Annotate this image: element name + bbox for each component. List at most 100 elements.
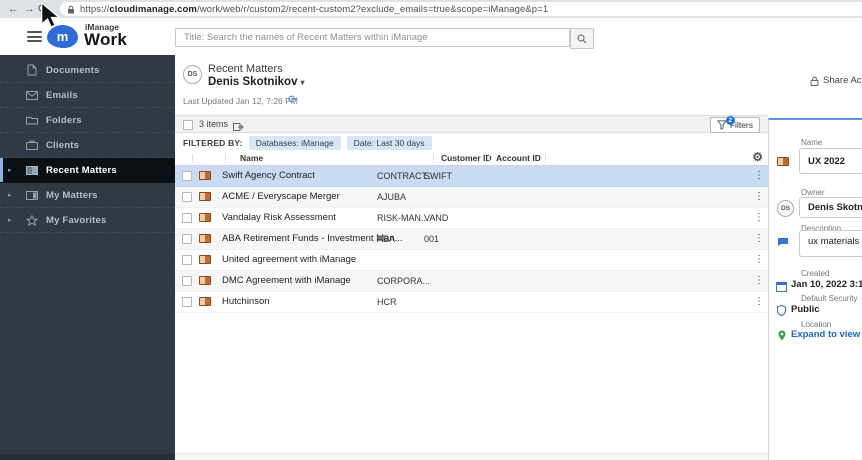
row-menu-kebab-icon[interactable]: ⋮	[754, 187, 764, 207]
table-row[interactable]: ACME / Everyscape Merger AJUBA ⋮	[175, 187, 768, 208]
column-divider	[545, 154, 546, 163]
row-checkbox[interactable]	[182, 297, 192, 307]
row-menu-kebab-icon[interactable]: ⋮	[754, 229, 764, 249]
owner-dropdown[interactable]: Denis Skotnikov ▾	[208, 76, 304, 88]
comment-icon	[777, 234, 789, 252]
refresh-icon[interactable]: ⟳	[288, 93, 297, 106]
browser-forward-icon[interactable]: →	[24, 1, 35, 17]
owner-field[interactable]: Denis Skotnikov	[799, 197, 862, 218]
star-icon	[25, 214, 38, 226]
hamburger-menu-icon[interactable]	[27, 31, 42, 42]
name-field-label: Name	[801, 138, 823, 147]
customer-id-cell: RISK-MAN...	[377, 213, 429, 223]
created-value: Jan 10, 2022 3:16 PM	[791, 279, 862, 290]
row-checkbox[interactable]	[182, 213, 192, 223]
sidebar-item-documents[interactable]: Documents	[0, 58, 175, 83]
avatar: DS	[777, 200, 794, 217]
owner-field-label: Owner	[801, 188, 825, 197]
expand-caret-icon[interactable]: ▸	[8, 191, 12, 199]
document-icon	[25, 64, 38, 76]
table-row[interactable]: ABA Retirement Funds - Investment Man...…	[175, 229, 768, 250]
matter-icon	[199, 276, 211, 285]
bottom-scrollbar-track[interactable]	[175, 453, 768, 460]
customer-id-cell: AJUBA	[377, 192, 407, 202]
customer-id-cell: HCR	[377, 297, 397, 307]
filters-button[interactable]: 2 Filters	[709, 116, 760, 133]
column-divider	[433, 154, 434, 163]
matter-name[interactable]: Hutchinson	[222, 292, 270, 312]
filters-count-badge: 2	[725, 116, 735, 125]
sidebar-item-label: Emails	[46, 89, 78, 101]
sidebar-item-emails[interactable]: Emails	[0, 83, 175, 108]
row-checkbox[interactable]	[182, 255, 192, 265]
matter-icon	[199, 255, 211, 264]
shield-icon	[776, 303, 787, 321]
browser-back-icon[interactable]: ←	[8, 1, 19, 17]
matter-icon	[25, 165, 38, 175]
row-menu-kebab-icon[interactable]: ⋮	[754, 208, 764, 228]
matter-icon	[25, 190, 38, 200]
sidebar: Documents Emails Folders Clients ▸ Recen…	[0, 55, 175, 460]
filter-chip-date[interactable]: Date: Last 30 days	[346, 135, 432, 150]
expand-caret-icon[interactable]: ▸	[8, 166, 12, 174]
column-header-customer-id[interactable]: Customer ID	[441, 153, 492, 163]
selection-toolbar: 3 items 2 Filters	[175, 115, 768, 133]
matter-name[interactable]: Vandalay Risk Assessment	[222, 208, 336, 228]
row-checkbox[interactable]	[182, 192, 192, 202]
matter-icon	[199, 297, 211, 306]
row-checkbox[interactable]	[182, 234, 192, 244]
matter-name[interactable]: Swift Agency Contract	[222, 166, 315, 186]
sidebar-item-my-favorites[interactable]: ▸ My Favorites	[0, 208, 175, 233]
page-title: Recent Matters	[208, 63, 283, 75]
row-menu-kebab-icon[interactable]: ⋮	[754, 166, 764, 186]
select-all-checkbox[interactable]	[183, 120, 193, 130]
column-header-name[interactable]: Name	[240, 153, 263, 163]
description-field[interactable]: ux materials	[799, 230, 862, 257]
table-row[interactable]: Hutchinson HCR ⋮	[175, 292, 768, 313]
search-button[interactable]	[570, 28, 594, 49]
matter-details-panel: Name UX 2022 Owner DS Denis Skotnikov De…	[768, 118, 862, 460]
matter-name[interactable]: United agreement with iManage	[222, 250, 356, 270]
expand-caret-icon[interactable]: ▸	[8, 216, 12, 224]
column-divider	[225, 154, 226, 163]
row-checkbox[interactable]	[182, 171, 192, 181]
account-id-cell: VAND	[424, 213, 449, 223]
table-row[interactable]: Swift Agency Contract CONTRACT... SWIFT …	[175, 166, 768, 187]
expand-location-link[interactable]: Expand to view location	[791, 329, 862, 340]
security-value: Public	[791, 304, 820, 315]
sidebar-item-clients[interactable]: Clients	[0, 133, 175, 158]
name-field[interactable]: UX 2022	[799, 148, 862, 174]
avatar: DS	[183, 65, 202, 84]
url-input[interactable]: https://cloudimanage.com/work/web/r/cust…	[60, 2, 862, 16]
search-icon	[577, 33, 587, 43]
share-access-button[interactable]: Share Access	[810, 75, 862, 86]
row-checkbox[interactable]	[182, 276, 192, 286]
column-header-account-id[interactable]: Account ID	[496, 153, 541, 163]
sidebar-item-recent-matters[interactable]: ▸ Recent Matters	[0, 158, 175, 183]
row-menu-kebab-icon[interactable]: ⋮	[754, 292, 764, 312]
sidebar-item-label: My Matters	[46, 189, 98, 201]
sidebar-item-label: Recent Matters	[46, 164, 117, 176]
matter-name[interactable]: ABA Retirement Funds - Investment Man...	[222, 229, 403, 249]
search-input[interactable]	[175, 28, 570, 47]
table-row[interactable]: DMC Agreement with iManage CORPORA... ⋮	[175, 271, 768, 292]
browser-address-bar: ← → ⟳ https://cloudimanage.com/work/web/…	[0, 0, 862, 18]
filter-chip-databases[interactable]: Databases: iManage	[248, 135, 341, 150]
logo-text-work: Work	[84, 30, 127, 49]
table-row[interactable]: Vandalay Risk Assessment RISK-MAN... VAN…	[175, 208, 768, 229]
column-settings-gear-icon[interactable]: ⚙	[752, 150, 763, 164]
matter-name[interactable]: DMC Agreement with iManage	[222, 271, 351, 291]
mouse-cursor	[41, 2, 61, 28]
sidebar-item-label: Documents	[46, 64, 100, 76]
app-window: ← → ⟳ https://cloudimanage.com/work/web/…	[0, 0, 862, 460]
table-row[interactable]: United agreement with iManage ⋮	[175, 250, 768, 271]
last-updated-text: Last Updated Jan 12, 7:26 PM	[183, 96, 298, 106]
filtered-by-label: FILTERED BY:	[183, 137, 243, 148]
matter-name[interactable]: ACME / Everyscape Merger	[222, 187, 340, 207]
sidebar-item-my-matters[interactable]: ▸ My Matters	[0, 183, 175, 208]
row-menu-kebab-icon[interactable]: ⋮	[754, 250, 764, 270]
location-field-label: Location	[801, 320, 832, 329]
filtered-by-bar: FILTERED BY: Databases: iManage Date: La…	[175, 133, 768, 152]
sidebar-item-folders[interactable]: Folders	[0, 108, 175, 133]
row-menu-kebab-icon[interactable]: ⋮	[754, 271, 764, 291]
